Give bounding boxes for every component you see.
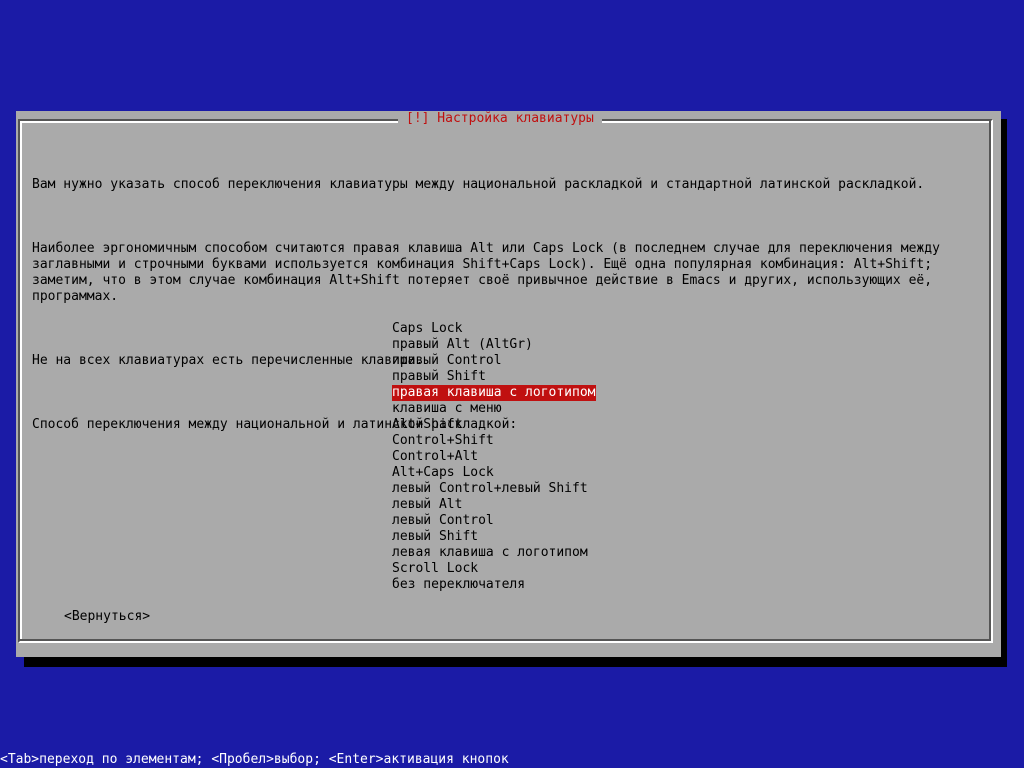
option-no-toggle[interactable]: без переключателя	[392, 577, 596, 593]
toggle-method-list[interactable]: Caps Lock правый Alt (AltGr) правый Cont…	[392, 321, 596, 593]
description-paragraph-2: Наиболее эргономичным способом считаются…	[32, 241, 940, 304]
option-alt-caps-lock[interactable]: Alt+Caps Lock	[392, 465, 596, 481]
option-menu-key[interactable]: клавиша с меню	[392, 401, 596, 417]
option-left-control[interactable]: левый Control	[392, 513, 596, 529]
back-button[interactable]: <Вернуться>	[64, 609, 150, 625]
option-control-shift[interactable]: Control+Shift	[392, 433, 596, 449]
option-left-shift[interactable]: левый Shift	[392, 529, 596, 545]
option-scroll-lock[interactable]: Scroll Lock	[392, 561, 596, 577]
option-left-alt[interactable]: левый Alt	[392, 497, 596, 513]
option-caps-lock[interactable]: Caps Lock	[392, 321, 596, 337]
option-alt-shift[interactable]: Alt+Shift	[392, 417, 596, 433]
description-paragraph-1: Вам нужно указать способ переключения кл…	[32, 177, 925, 192]
option-right-alt[interactable]: правый Alt (AltGr)	[392, 337, 596, 353]
help-bar: <Tab>переход по элементам; <Пробел>выбор…	[0, 752, 509, 767]
dialog-title: [!] Настройка клавиатуры	[398, 111, 602, 127]
option-right-logo-key[interactable]: правая клавиша с логотипом	[392, 385, 596, 401]
option-right-shift[interactable]: правый Shift	[392, 369, 596, 385]
option-left-control-left-shift[interactable]: левый Control+левый Shift	[392, 481, 596, 497]
option-left-logo-key[interactable]: левая клавиша с логотипом	[392, 545, 596, 561]
option-right-control[interactable]: правый Control	[392, 353, 596, 369]
option-control-alt[interactable]: Control+Alt	[392, 449, 596, 465]
keyboard-config-dialog: [!] Настройка клавиатуры Вам нужно указа…	[16, 111, 1001, 657]
